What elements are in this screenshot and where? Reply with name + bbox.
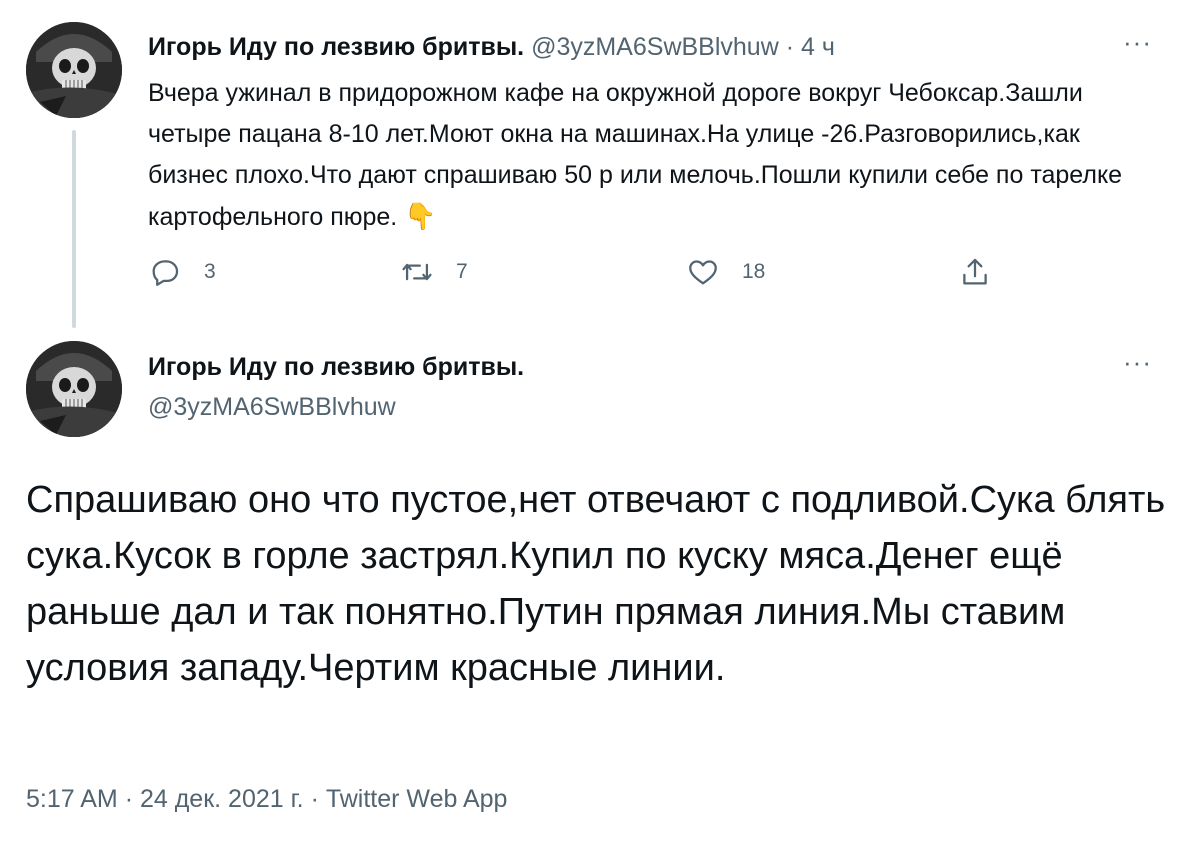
retweet-button[interactable]: 7	[400, 255, 468, 289]
share-icon	[963, 258, 987, 285]
header-separator: ·	[785, 33, 795, 61]
author-handle[interactable]: @3yzMA6SwBBlvhuw	[531, 33, 779, 61]
thread-connector-line	[72, 130, 76, 328]
tweet-time[interactable]: 5:17 AM	[26, 785, 118, 813]
heart-icon	[689, 260, 717, 285]
author-name[interactable]: Игорь Иду по лезвию бритвы.	[148, 350, 524, 384]
tweet-date[interactable]: 24 дек. 2021 г.	[140, 785, 304, 813]
tweet1-header: Игорь Иду по лезвию бритвы. @3yzMA6SwBBl…	[148, 30, 835, 64]
pointing-down-emoji: 👇	[404, 201, 437, 231]
author-handle[interactable]: @3yzMA6SwBBlvhuw	[148, 390, 396, 424]
skull-avatar-image	[26, 22, 122, 118]
tweet1-text-content: Вчера ужинал в придорожном кафе на окруж…	[148, 79, 1123, 231]
share-button[interactable]	[958, 255, 992, 289]
tweet2-text: Спрашиваю оно что пустое,нет отвечают с …	[26, 479, 1166, 689]
tweet1-text: Вчера ужинал в придорожном кафе на окруж…	[148, 73, 1143, 238]
avatar[interactable]	[26, 341, 122, 437]
more-options-button[interactable]: ···	[1123, 29, 1152, 55]
more-options-button[interactable]: ···	[1123, 349, 1152, 375]
retweet-icon	[402, 263, 432, 281]
avatar[interactable]	[26, 22, 122, 118]
meta-separator: ·	[124, 785, 134, 813]
like-button[interactable]: 18	[686, 255, 765, 289]
tweet1-action-bar: 3 7 18	[148, 255, 998, 295]
reply-button[interactable]: 3	[148, 255, 216, 289]
reply-icon	[152, 260, 179, 286]
retweet-count: 7	[456, 260, 468, 283]
like-count: 18	[742, 260, 766, 283]
tweet-metadata: 5:17 AM · 24 дек. 2021 г. · Twitter Web …	[26, 782, 507, 816]
skull-avatar-image	[26, 341, 122, 437]
tweet-time[interactable]: 4 ч	[801, 33, 835, 61]
tweet-source[interactable]: Twitter Web App	[326, 785, 508, 813]
reply-count: 3	[204, 260, 216, 283]
meta-separator: ·	[310, 785, 319, 813]
author-name[interactable]: Игорь Иду по лезвию бритвы.	[148, 33, 524, 61]
